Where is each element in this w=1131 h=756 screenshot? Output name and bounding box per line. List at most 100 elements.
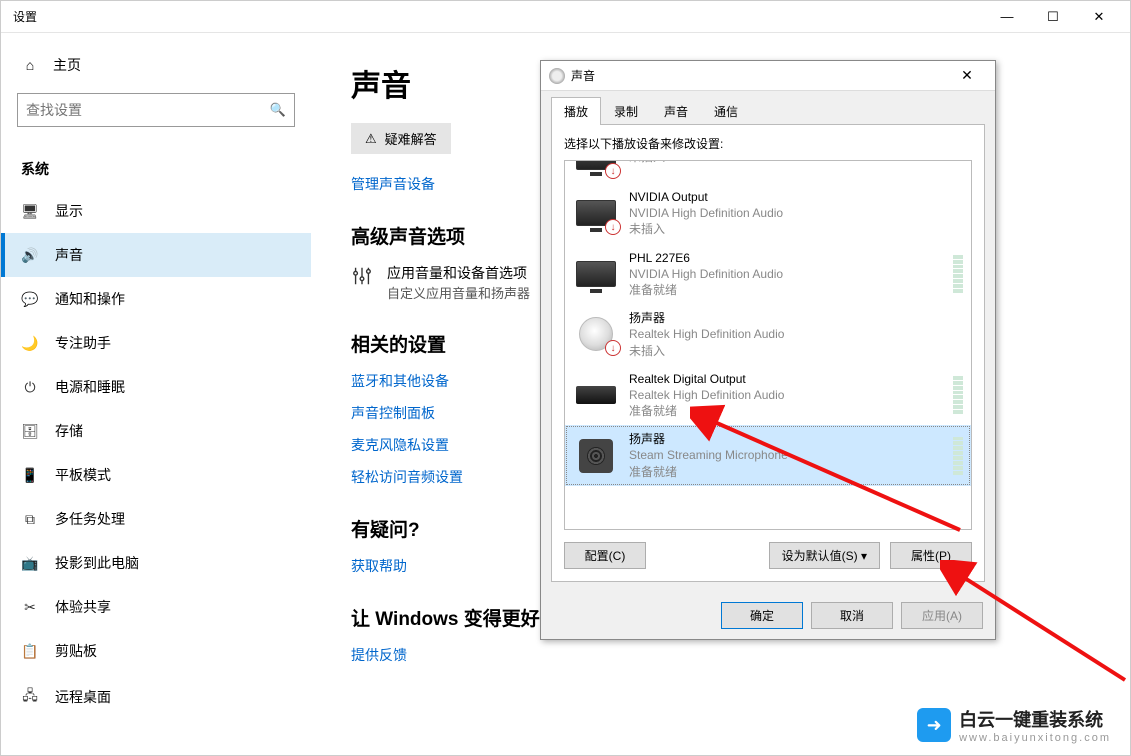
dialog-title: 声音 (571, 67, 595, 84)
category-heading: 系统 (1, 141, 311, 189)
dialog-close-button[interactable]: ✕ (947, 67, 987, 84)
device-subtitle: Realtek High Definition Audio (629, 387, 943, 403)
nav-icon: 🖧 (21, 685, 39, 709)
device-list[interactable]: ↓未插入↓NVIDIA OutputNVIDIA High Definition… (564, 160, 972, 530)
nav-label: 体验共享 (55, 597, 111, 617)
device-status: 准备就绪 (629, 464, 943, 480)
troubleshoot-button[interactable]: ⚠ 疑难解答 (351, 123, 451, 154)
nav-label: 显示 (55, 201, 83, 221)
nav-icon: 🖥 (21, 203, 39, 220)
troubleshoot-label: 疑难解答 (385, 129, 437, 148)
nav-icon: ⏻ (21, 379, 39, 396)
device-status: 未插入 (629, 343, 963, 359)
dialog-tabs: 播放录制声音通信 (551, 97, 985, 125)
device-name: NVIDIA Output (629, 189, 963, 205)
sidebar: ⌂ 主页 🔍 系统 🖥 显示 🔊声音 💬 通知和操作 🌙 专注助手 ⏻ 电源和睡眠 🗄 存储 📱 平板模… (1, 33, 311, 755)
close-button[interactable]: ✕ (1076, 2, 1122, 32)
dialog-titlebar: 声音 ✕ (541, 61, 995, 91)
device-name: Realtek Digital Output (629, 371, 943, 387)
device-row-4[interactable]: Realtek Digital OutputRealtek High Defin… (565, 365, 971, 426)
sound-icon (549, 68, 565, 84)
unplugged-badge-icon: ↓ (605, 163, 621, 179)
nav-label: 通知和操作 (55, 289, 125, 309)
nav-label: 多任务处理 (55, 509, 125, 529)
nav-icon: 🗄 (21, 423, 39, 440)
watermark: ➜ 白云一键重装系统 www.baiyunxitong.com (917, 706, 1111, 744)
device-row-1[interactable]: ↓ NVIDIA OutputNVIDIA High Definition Aud… (565, 183, 971, 244)
sidebar-item-9[interactable]: ✂体验共享 (1, 585, 311, 629)
sidebar-item-11[interactable]: 🖧远程桌面 (1, 673, 311, 721)
tab-播放[interactable]: 播放 (551, 97, 601, 125)
nav-label: 剪贴板 (55, 641, 97, 661)
window-title: 设置 (9, 8, 37, 25)
sidebar-item-6[interactable]: 📱 平板模式 (1, 453, 311, 497)
watermark-url: www.baiyunxitong.com (959, 732, 1111, 744)
nav-icon: 🔊 (21, 247, 39, 264)
set-default-button[interactable]: 设为默认值(S) ▾ (769, 542, 880, 569)
configure-button[interactable]: 配置(C) (564, 542, 646, 569)
nav-icon: 🌙 (21, 335, 39, 352)
app-volume-subtitle: 自定义应用音量和扬声器 (387, 283, 530, 302)
device-row-2[interactable]: PHL 227E6NVIDIA High Definition Audio准备就… (565, 244, 971, 305)
nav-icon: 📱 (21, 467, 39, 484)
device-icon (573, 375, 619, 415)
nav-label: 存储 (55, 421, 83, 441)
sidebar-item-0[interactable]: 🖥 显示 (1, 189, 311, 233)
feedback-link[interactable]: 提供反馈 (351, 645, 1090, 665)
properties-button[interactable]: 属性(P) (890, 542, 972, 569)
device-subtitle: NVIDIA High Definition Audio (629, 266, 943, 282)
tab-声音[interactable]: 声音 (651, 97, 701, 125)
warning-icon: ⚠ (365, 131, 377, 147)
maximize-button[interactable]: ☐ (1030, 2, 1076, 32)
unplugged-badge-icon: ↓ (605, 219, 621, 235)
nav-label: 投影到此电脑 (55, 553, 139, 573)
device-name: 扬声器 (629, 310, 963, 326)
device-icon: ↓ (573, 314, 619, 354)
unplugged-badge-icon: ↓ (605, 340, 621, 356)
nav-label: 专注助手 (55, 333, 111, 353)
nav-label: 平板模式 (55, 465, 111, 485)
titlebar: 设置 — ☐ ✕ (1, 1, 1130, 33)
instruction-text: 选择以下播放设备来修改设置: (564, 135, 972, 152)
watermark-text: 白云一键重装系统 (959, 706, 1111, 732)
tab-录制[interactable]: 录制 (601, 97, 651, 125)
device-status: 未插入 (629, 160, 963, 165)
nav-icon: 📺 (21, 555, 39, 572)
ok-button[interactable]: 确定 (721, 602, 803, 629)
sidebar-item-7[interactable]: ⧉ 多任务处理 (1, 497, 311, 541)
device-subtitle: Realtek High Definition Audio (629, 326, 963, 342)
sidebar-item-2[interactable]: 💬 通知和操作 (1, 277, 311, 321)
minimize-button[interactable]: — (984, 2, 1030, 32)
search-input[interactable] (26, 102, 270, 118)
device-row-3[interactable]: ↓ 扬声器Realtek High Definition Audio未插入 (565, 304, 971, 365)
sidebar-item-8[interactable]: 📺 投影到此电脑 (1, 541, 311, 585)
nav-label: 电源和睡眠 (55, 377, 125, 397)
apply-button[interactable]: 应用(A) (901, 602, 983, 629)
search-box[interactable]: 🔍 (17, 93, 295, 127)
device-name: PHL 227E6 (629, 250, 943, 266)
sidebar-item-5[interactable]: 🗄 存储 (1, 409, 311, 453)
device-row-0[interactable]: ↓ 未插入 (565, 160, 971, 183)
device-status: 准备就绪 (629, 282, 943, 298)
sidebar-item-10[interactable]: 📋剪贴板 (1, 629, 311, 673)
level-meter (953, 255, 963, 293)
home-link[interactable]: ⌂ 主页 (1, 45, 311, 85)
nav-icon: ⧉ (21, 511, 39, 528)
home-label: 主页 (53, 55, 81, 75)
search-icon: 🔍 (270, 102, 286, 118)
level-meter (953, 437, 963, 475)
sidebar-item-3[interactable]: 🌙 专注助手 (1, 321, 311, 365)
device-name: 扬声器 (629, 431, 943, 447)
device-subtitle: Steam Streaming Microphone (629, 447, 943, 463)
nav-icon: 💬 (21, 291, 39, 308)
tab-通信[interactable]: 通信 (701, 97, 751, 125)
device-icon (573, 436, 619, 476)
app-volume-title: 应用音量和设备首选项 (387, 263, 530, 283)
sliders-icon (351, 263, 373, 290)
level-meter (953, 376, 963, 414)
device-row-5[interactable]: 扬声器Steam Streaming Microphone准备就绪 (565, 425, 971, 486)
sidebar-item-1[interactable]: 🔊声音 (1, 233, 311, 277)
sidebar-item-4[interactable]: ⏻ 电源和睡眠 (1, 365, 311, 409)
device-subtitle: NVIDIA High Definition Audio (629, 205, 963, 221)
cancel-button[interactable]: 取消 (811, 602, 893, 629)
